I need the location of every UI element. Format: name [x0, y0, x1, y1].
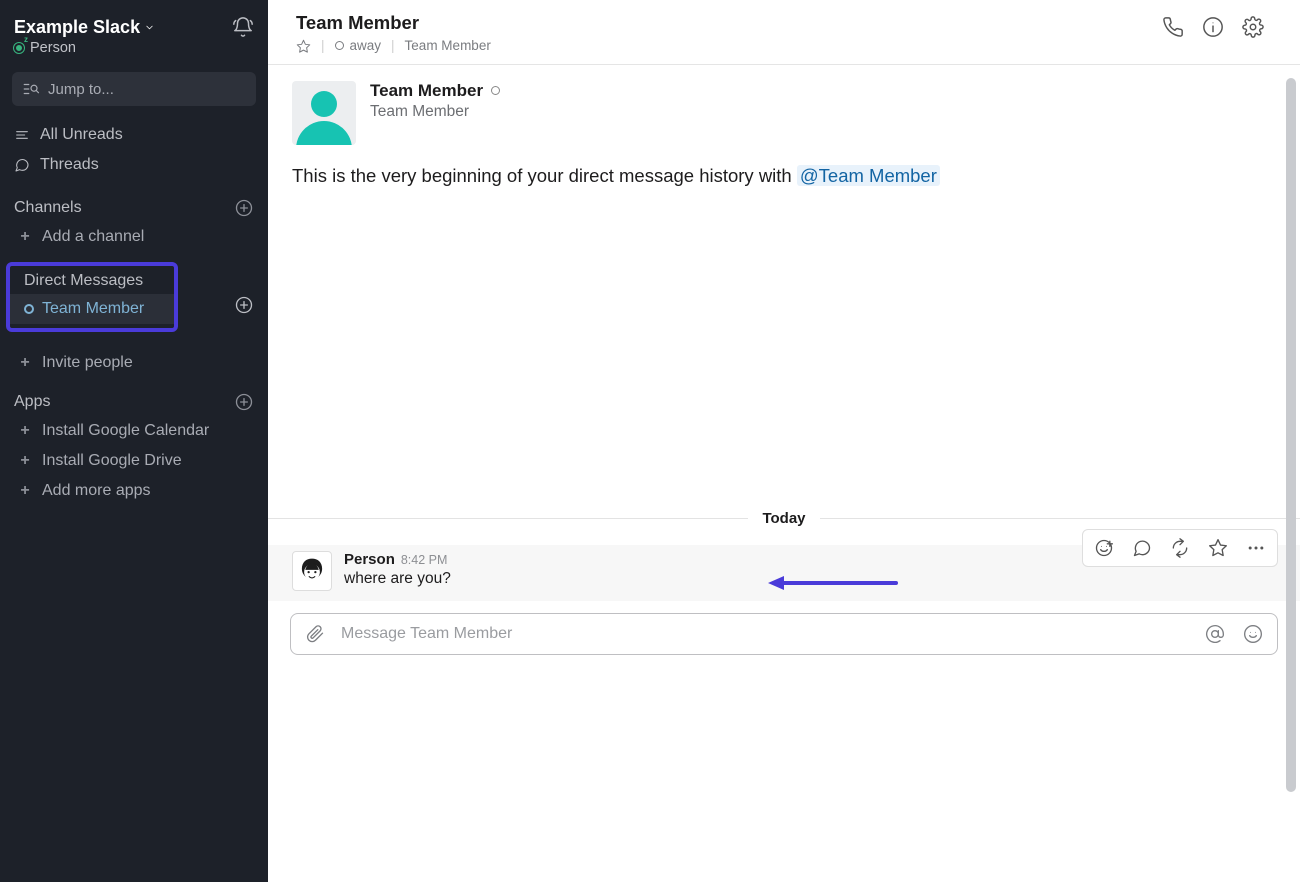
- message-composer[interactable]: [290, 613, 1278, 655]
- date-divider: Today: [268, 510, 1300, 527]
- add-channel-label: Add a channel: [42, 228, 144, 246]
- avatar[interactable]: [292, 81, 356, 145]
- nav-threads[interactable]: Threads: [0, 150, 268, 180]
- app-item-gcal[interactable]: + Install Google Calendar: [0, 416, 268, 446]
- plus-icon: +: [18, 422, 32, 440]
- current-user[interactable]: Person: [0, 40, 268, 66]
- add-app-icon[interactable]: [234, 392, 254, 412]
- info-icon[interactable]: [1202, 16, 1224, 38]
- message[interactable]: Person 8:42 PM where are you?: [268, 545, 1300, 601]
- dm-item-label: Team Member: [42, 300, 144, 318]
- new-dm-icon[interactable]: [234, 275, 268, 315]
- plus-icon: +: [18, 354, 32, 372]
- nav-threads-label: Threads: [40, 156, 99, 174]
- jump-placeholder: Jump to...: [48, 81, 114, 98]
- nav-all-unreads-label: All Unreads: [40, 126, 123, 144]
- app-item-more[interactable]: + Add more apps: [0, 476, 268, 506]
- presence-active-icon: [14, 43, 24, 53]
- intro-subname: Team Member: [370, 103, 500, 121]
- plus-icon: +: [18, 228, 32, 246]
- add-channel[interactable]: + Add a channel: [0, 222, 268, 252]
- thread-reply-icon[interactable]: [1123, 532, 1161, 564]
- save-star-icon[interactable]: [1199, 532, 1237, 564]
- status-word: away: [350, 38, 382, 53]
- more-actions-icon[interactable]: [1237, 532, 1275, 564]
- scrollbar[interactable]: [1286, 78, 1296, 792]
- nav-all-unreads[interactable]: All Unreads: [0, 120, 268, 150]
- chat-header: Team Member | away | Team Member: [268, 0, 1300, 65]
- share-icon[interactable]: [1161, 532, 1199, 564]
- plus-icon: +: [18, 482, 32, 500]
- presence-away-icon: [24, 304, 34, 314]
- attach-icon[interactable]: [305, 624, 325, 644]
- composer-input[interactable]: [339, 624, 1191, 644]
- workspace-name: Example Slack: [14, 17, 140, 38]
- message-author[interactable]: Person: [344, 551, 395, 568]
- apps-header[interactable]: Apps: [0, 378, 268, 416]
- sidebar: Example Slack Person Jump to... A: [0, 0, 268, 882]
- message-actions: [1082, 529, 1278, 567]
- channels-header-label: Channels: [14, 199, 82, 217]
- mention-icon[interactable]: [1205, 624, 1225, 644]
- presence-status: away: [335, 38, 382, 53]
- workspace-switcher[interactable]: Example Slack: [14, 17, 155, 38]
- app-label: Add more apps: [42, 482, 151, 500]
- invite-people[interactable]: + Invite people: [0, 348, 268, 378]
- search-list-icon: [22, 80, 40, 98]
- dm-highlight: Direct Messages Team Member: [6, 262, 178, 332]
- intro-name[interactable]: Team Member: [370, 81, 483, 101]
- call-icon[interactable]: [1162, 16, 1184, 38]
- chevron-down-icon: [144, 20, 155, 34]
- message-text: where are you?: [344, 570, 451, 588]
- settings-gear-icon[interactable]: [1242, 16, 1264, 38]
- annotation-arrow-icon: [768, 573, 898, 593]
- star-icon[interactable]: [296, 38, 311, 54]
- avatar[interactable]: [292, 551, 332, 591]
- date-divider-label: Today: [748, 510, 819, 527]
- emoji-icon[interactable]: [1243, 624, 1263, 644]
- add-channel-icon[interactable]: [234, 198, 254, 218]
- mention[interactable]: @Team Member: [797, 165, 940, 186]
- breadcrumb-name: Team Member: [405, 38, 491, 53]
- thread-icon: [14, 156, 30, 174]
- message-time[interactable]: 8:42 PM: [401, 553, 448, 567]
- app-item-gdrive[interactable]: + Install Google Drive: [0, 446, 268, 476]
- app-label: Install Google Drive: [42, 452, 182, 470]
- channels-header[interactable]: Channels: [0, 184, 268, 222]
- align-icon: [14, 126, 30, 144]
- chat-pane: Team Member | away | Team Member: [268, 0, 1300, 882]
- app-label: Install Google Calendar: [42, 422, 209, 440]
- jump-to[interactable]: Jump to...: [12, 72, 256, 106]
- apps-header-label: Apps: [14, 393, 50, 411]
- chat-title[interactable]: Team Member: [296, 12, 491, 34]
- plus-icon: +: [18, 452, 32, 470]
- notifications-icon[interactable]: [232, 16, 254, 38]
- intro-sentence: This is the very beginning of your direc…: [292, 163, 1276, 190]
- invite-people-label: Invite people: [42, 354, 133, 372]
- dm-header-label[interactable]: Direct Messages: [24, 272, 143, 290]
- dm-item-active[interactable]: Team Member: [10, 294, 174, 324]
- current-user-name: Person: [30, 40, 76, 56]
- presence-away-icon: [335, 41, 344, 50]
- dm-intro: Team Member Team Member This is the very…: [268, 65, 1300, 190]
- add-reaction-icon[interactable]: [1085, 532, 1123, 564]
- presence-away-icon: [491, 86, 500, 95]
